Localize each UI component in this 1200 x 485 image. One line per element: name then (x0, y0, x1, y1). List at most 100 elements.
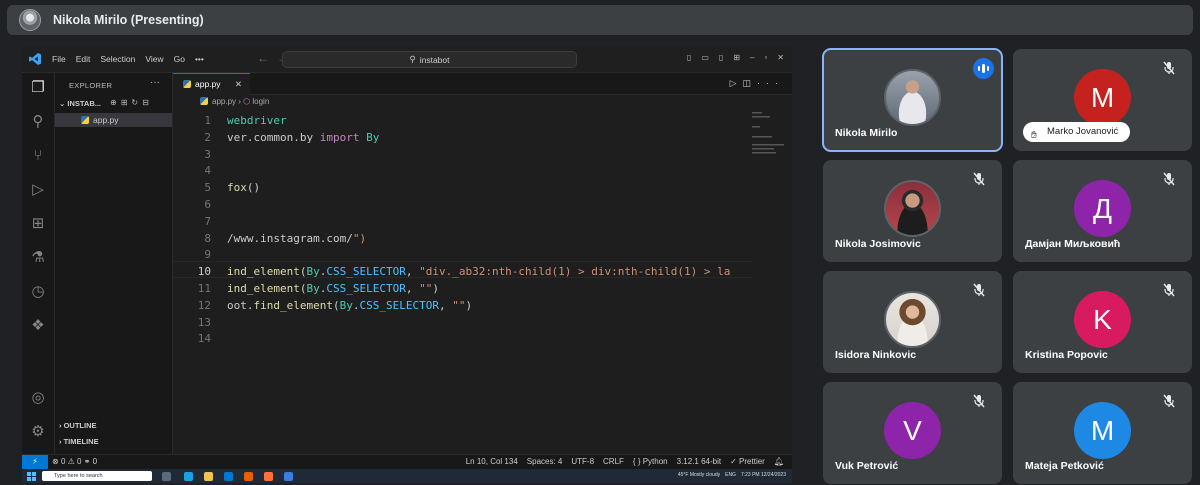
python-file-icon (183, 80, 191, 88)
customize-layout-icon[interactable]: ⊞ (733, 53, 740, 62)
participant-tile[interactable]: V Vuk Petrović (823, 382, 1002, 484)
vscode-taskbar-icon[interactable] (224, 472, 233, 481)
timeline-section[interactable]: › TIMELINE (59, 437, 99, 446)
editor-scrollbar[interactable] (786, 95, 792, 451)
new-file-icon[interactable]: ⊕ (110, 98, 121, 107)
system-tray: 45°F Mostly cloudy ENG 7:23 PM 12/24/202… (678, 472, 786, 478)
menu-view[interactable]: View (145, 54, 163, 64)
menu-edit[interactable]: Edit (76, 54, 91, 64)
participant-tile[interactable]: Д Дамјан Миљковић (1013, 160, 1192, 262)
python-icon[interactable]: ❖ (29, 317, 47, 335)
file-explorer-icon[interactable] (204, 472, 213, 481)
breadcrumb-file[interactable]: app.py (212, 97, 236, 106)
language-indicator[interactable]: ENG (725, 472, 736, 478)
edge-icon[interactable] (184, 472, 193, 481)
code-editor[interactable]: 1 webdriver 2 ver.common.by import By 3 4 5 fox… (173, 110, 753, 450)
run-icon[interactable]: ▷ (730, 78, 743, 88)
file-item-app-py[interactable]: app.py (55, 113, 172, 127)
mic-off-icon (1163, 283, 1175, 297)
problems-indicator[interactable]: ⊗ 0 ⚠ 0 ⚭ 0 (52, 457, 97, 466)
participant-tile[interactable]: M ✋︎ Marko Jovanović (1013, 49, 1192, 151)
breadcrumb: app.py › ⬡ login (173, 97, 269, 106)
weather[interactable]: 45°F Mostly cloudy (678, 472, 720, 478)
notifications-bell-icon[interactable]: 🔔︎ (774, 457, 784, 466)
ports-icon: ⚭ (83, 457, 91, 466)
timeline-icon[interactable]: ◷ (29, 283, 47, 301)
cursor-position[interactable]: Ln 10, Col 134 (466, 457, 518, 466)
layout-icon[interactable]: ▯ (687, 53, 691, 62)
line-ending[interactable]: CRLF (603, 457, 624, 466)
menu-file[interactable]: File (52, 54, 66, 64)
explorer-icon[interactable]: ❐ (29, 79, 47, 97)
presenter-bar: Nikola Mirilo (Presenting) (7, 5, 1193, 35)
clock[interactable]: 7:23 PM 12/24/2023 (741, 472, 786, 478)
menu-selection[interactable]: Selection (100, 54, 135, 64)
tab-app-py[interactable]: app.py ✕ (173, 73, 250, 95)
maximize-icon[interactable]: ▫ (764, 53, 767, 62)
windows-start-icon[interactable] (27, 472, 36, 481)
participant-tile[interactable]: Isidora Ninkovic (823, 271, 1002, 373)
menu-more[interactable]: ••• (195, 54, 204, 64)
settings-gear-icon[interactable]: ⚙ (29, 423, 47, 441)
run-debug-icon[interactable]: ▷ (29, 181, 47, 199)
command-center[interactable]: ⚲ instabot (282, 51, 577, 68)
participant-name: Kristina Popovic (1025, 349, 1108, 361)
participant-tile[interactable]: Nikola Mirilo (822, 48, 1003, 152)
time: 7:23 PM (740, 472, 760, 478)
participant-tile[interactable]: M Mateja Petković (1013, 382, 1192, 484)
remote-indicator-icon[interactable]: ⚡ (22, 455, 48, 470)
menu-go[interactable]: Go (174, 54, 185, 64)
language-mode[interactable]: { } Python (633, 457, 668, 466)
account-icon[interactable]: ◎ (29, 389, 47, 407)
activity-bar: ❐ ⚲ ⑂ ▷ ⊞ ⚗ ◷ ❖ ◎ ⚙ (22, 73, 55, 454)
source-control-icon[interactable]: ⑂ (29, 147, 47, 165)
line-number: 3 (204, 147, 211, 161)
speaking-indicator-icon (973, 58, 994, 79)
code-line: /www.instagram.com/") (227, 231, 367, 245)
search-icon[interactable]: ⚲ (29, 113, 47, 131)
indentation[interactable]: Spaces: 4 (527, 457, 563, 466)
outline-section[interactable]: › OUTLINE (59, 421, 97, 430)
avatar: M (1074, 402, 1131, 459)
python-file-icon (200, 97, 208, 105)
participant-name: Nikola Josimovic (835, 238, 921, 250)
vscode-logo-icon (29, 53, 41, 65)
warning-icon: ⚠ (67, 457, 75, 466)
more-icon[interactable]: ··· (757, 78, 784, 88)
close-icon[interactable]: ✕ (777, 53, 784, 62)
panel-icon[interactable]: ▭ (701, 53, 709, 62)
language-label: Python (642, 457, 668, 466)
minimap[interactable] (750, 110, 785, 180)
more-actions-icon[interactable]: ··· (150, 77, 160, 88)
participant-tile[interactable]: Nikola Josimovic (823, 160, 1002, 262)
firefox-icon[interactable] (244, 472, 253, 481)
raised-hand-badge: ✋︎ Marko Jovanović (1023, 122, 1131, 142)
extensions-icon[interactable]: ⊞ (29, 215, 47, 233)
collapse-icon[interactable]: ⊟ (142, 98, 153, 107)
testing-icon[interactable]: ⚗ (29, 249, 47, 267)
task-view-icon[interactable] (162, 472, 171, 481)
encoding[interactable]: UTF-8 (571, 457, 594, 466)
participant-name: Isidora Ninkovic (835, 349, 917, 361)
browser-icon[interactable] (264, 472, 273, 481)
app-icon[interactable] (284, 472, 293, 481)
mic-off-icon (973, 283, 985, 297)
minimize-icon[interactable]: – (750, 53, 754, 62)
prettier-status[interactable]: ✓ Prettier (730, 457, 765, 466)
close-tab-icon[interactable]: ✕ (235, 74, 242, 95)
participant-tile[interactable]: K Kristina Popovic (1013, 271, 1192, 373)
taskbar-search-input[interactable]: Type here to search (42, 471, 152, 481)
line-number: 12 (197, 298, 211, 312)
participant-name: Nikola Mirilo (835, 127, 898, 139)
method-icon: ⬡ (243, 97, 251, 106)
avatar (884, 69, 941, 126)
split-editor-icon[interactable]: ◫ (742, 78, 757, 88)
refresh-icon[interactable]: ↻ (131, 98, 142, 107)
interpreter[interactable]: 3.12.1 64-bit (677, 457, 721, 466)
new-folder-icon[interactable]: ⊞ (121, 98, 132, 107)
menu-bar: File Edit Selection View Go ••• (52, 54, 204, 64)
sidebar-toggle-icon[interactable]: ▯ (719, 53, 723, 62)
code-line: fox() (227, 181, 261, 195)
presenter-title: Nikola Mirilo (Presenting) (53, 13, 204, 27)
breadcrumb-symbol[interactable]: login (252, 97, 269, 106)
